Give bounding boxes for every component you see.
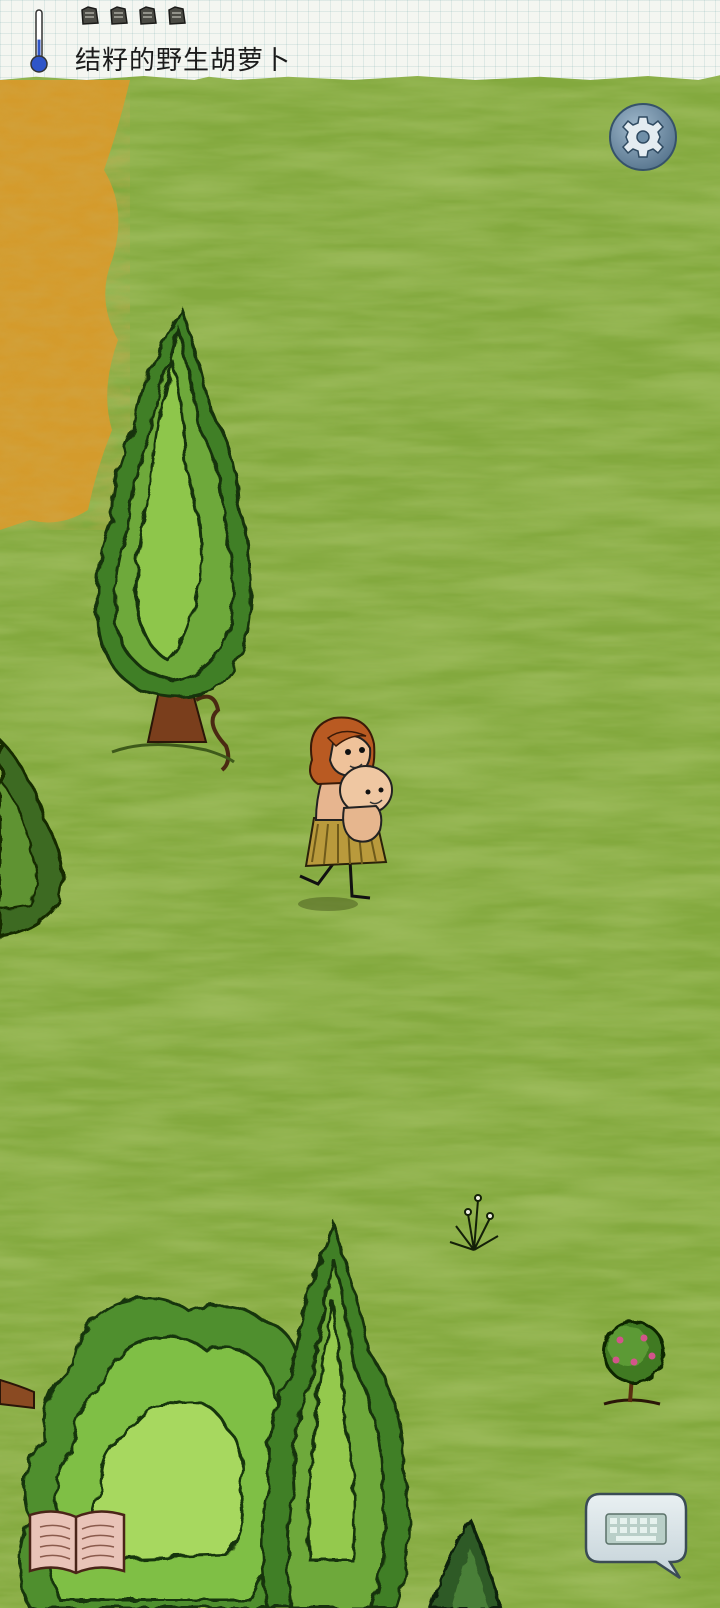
- game-world[interactable]: [0, 0, 720, 1608]
- thermometer-icon: [30, 9, 48, 73]
- food-meter: [81, 6, 186, 25]
- keyboard-chat-icon: [584, 1492, 688, 1580]
- hover-object-label: 结籽的野生胡萝卜: [75, 46, 292, 76]
- food-pip: [139, 6, 157, 25]
- recipe-book-button[interactable]: [26, 1505, 128, 1577]
- status-bar: 结籽的野生胡萝卜: [0, 0, 720, 80]
- game-screen: 结籽的野生胡萝卜: [0, 0, 720, 1608]
- food-pip: [168, 6, 186, 25]
- open-book-icon: [28, 1510, 126, 1575]
- food-pip: [110, 6, 128, 25]
- gear-icon: [621, 116, 665, 158]
- settings-button[interactable]: [608, 102, 678, 172]
- chat-keyboard-button[interactable]: [582, 1490, 690, 1580]
- food-pip: [81, 6, 99, 25]
